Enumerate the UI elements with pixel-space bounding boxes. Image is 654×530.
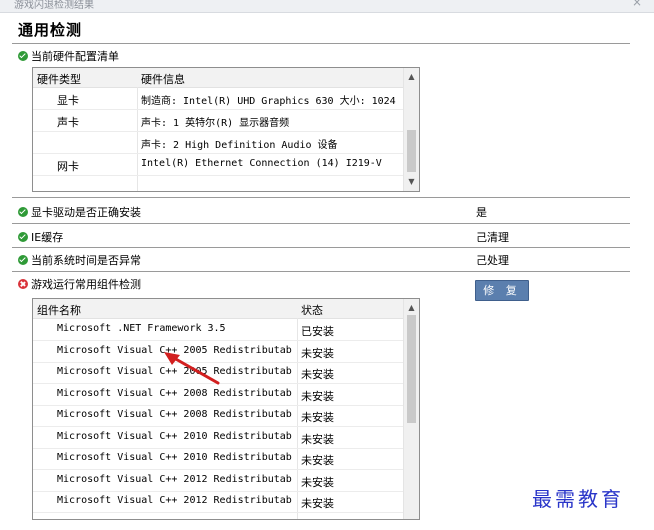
scrollbar-thumb[interactable]	[407, 315, 416, 423]
hardware-section-text: 当前硬件配置清单	[31, 50, 119, 63]
component-name-cell: Microsoft Visual C++ 2010 Redistributab	[57, 430, 292, 442]
close-icon[interactable]: ×	[632, 0, 642, 9]
components-section-text: 游戏运行常用组件检测	[31, 278, 141, 291]
component-state-cell: 未安装	[301, 497, 334, 510]
divider	[12, 43, 630, 44]
page-title: 通用检测	[18, 21, 83, 39]
component-state-cell: 未安装	[301, 368, 334, 381]
table-row[interactable]: 网卡 Intel(R) Ethernet Connection (14) I21…	[33, 154, 403, 176]
components-col-state[interactable]: 状态	[301, 302, 323, 318]
hardware-col-info[interactable]: 硬件信息	[141, 71, 185, 87]
component-name-cell: Microsoft Visual C++ 2008 Redistributab	[57, 409, 292, 420]
hardware-type-cell: 显卡	[57, 94, 79, 107]
component-state-cell: 未安装	[301, 411, 334, 424]
hardware-info-cell: 声卡: 2 High Definition Audio 设备	[141, 140, 338, 151]
components-section-label: 游戏运行常用组件检测	[18, 276, 141, 292]
check-row-ie-cache: IE缓存	[18, 229, 63, 245]
hardware-type-cell: 网卡	[57, 160, 79, 173]
component-state-cell: 已安装	[301, 325, 334, 338]
hardware-col-type[interactable]: 硬件类型	[37, 71, 81, 87]
repair-button[interactable]: 修 复	[475, 280, 529, 301]
hardware-scrollbar[interactable]: ▲ ▼	[403, 68, 419, 191]
divider	[12, 223, 630, 224]
table-row[interactable]: Microsoft Visual C++ 2008 Redistributab 未…	[33, 384, 403, 406]
components-col-name[interactable]: 组件名称	[37, 302, 81, 318]
table-row[interactable]: Microsoft .NET Framework 3.5 已安装	[33, 319, 403, 341]
watermark-text: 最需教育	[532, 487, 624, 511]
x-circle-icon	[18, 279, 28, 289]
check-row-system-time: 当前系统时间是否异常	[18, 252, 141, 268]
red-arrow-annotation	[164, 352, 220, 385]
component-name-cell: Microsoft Visual C++ 2010 Redistributab	[57, 452, 292, 463]
hardware-table: 硬件类型 硬件信息 显卡 制造商: Intel(R) UHD Graphics …	[32, 67, 420, 192]
component-name-cell: Microsoft Visual C++ 2012 Redistributab	[57, 473, 292, 485]
check-value: 己处理	[476, 254, 509, 267]
divider	[12, 197, 630, 198]
table-row[interactable]: Microsoft Visual C++ 2010 Redistributab 未…	[33, 427, 403, 449]
check-value: 己清理	[476, 231, 509, 244]
component-name-cell: Microsoft Visual C++ 2012 Redistributab	[57, 495, 292, 506]
hardware-section-label: 当前硬件配置清单	[18, 48, 119, 64]
component-name-cell: Microsoft Visual C++ 2008 Redistributab	[57, 387, 292, 399]
component-state-cell: 未安装	[301, 432, 334, 446]
scrollbar-thumb[interactable]	[407, 130, 416, 172]
table-row[interactable]: Microsoft Visual C++ 2010 Redistributab 未…	[33, 448, 403, 470]
check-circle-icon	[18, 51, 28, 61]
component-state-cell: 未安装	[301, 389, 334, 403]
components-table: 组件名称 状态 Microsoft .NET Framework 3.5 已安装 M…	[32, 298, 420, 520]
divider	[12, 271, 630, 272]
table-row[interactable]: Microsoft Visual C++ 2008 Redistributab 未…	[33, 405, 403, 427]
check-value: 是	[476, 206, 487, 219]
components-table-header: 组件名称 状态	[33, 299, 403, 319]
table-row[interactable]: 显卡 制造商: Intel(R) UHD Graphics 630 大小: 10…	[33, 88, 403, 110]
chevron-up-icon[interactable]: ▲	[404, 301, 419, 315]
table-row[interactable]: Microsoft Visual C++ 2012 Redistributab 未…	[33, 491, 403, 513]
hardware-info-cell: Intel(R) Ethernet Connection (14) I219-V	[141, 158, 382, 169]
check-circle-icon	[18, 207, 28, 217]
chevron-down-icon[interactable]: ▼	[404, 175, 419, 189]
table-row[interactable]: 声卡: 2 High Definition Audio 设备	[33, 132, 403, 154]
hardware-type-cell: 声卡	[57, 116, 79, 129]
hardware-info-cell: 声卡: 1 英特尔(R) 显示器音频	[141, 118, 290, 129]
check-row-driver: 显卡驱动是否正确安装	[18, 204, 141, 220]
component-state-cell: 未安装	[301, 346, 334, 360]
table-row[interactable]: 声卡 声卡: 1 英特尔(R) 显示器音频	[33, 110, 403, 132]
components-scrollbar[interactable]: ▲	[403, 299, 419, 519]
check-circle-icon	[18, 255, 28, 265]
component-state-cell: 未安装	[301, 454, 334, 467]
window-titlebar: 游戏闪退检测结果 ×	[0, 0, 654, 13]
table-row[interactable]: Microsoft Visual C++ 2012 Redistributab 未…	[33, 470, 403, 492]
component-state-cell: 未安装	[301, 475, 334, 489]
check-label: 显卡驱动是否正确安装	[31, 206, 141, 219]
divider	[12, 247, 630, 248]
hardware-table-header: 硬件类型 硬件信息	[33, 68, 403, 88]
hardware-info-cell: 制造商: Intel(R) UHD Graphics 630 大小: 1024	[141, 96, 396, 107]
check-label: IE缓存	[31, 231, 64, 244]
component-name-cell: Microsoft .NET Framework 3.5	[57, 323, 226, 334]
chevron-up-icon[interactable]: ▲	[404, 70, 419, 84]
check-circle-icon	[18, 232, 28, 242]
check-label: 当前系统时间是否异常	[31, 254, 141, 267]
window-title: 游戏闪退检测结果	[14, 0, 94, 11]
